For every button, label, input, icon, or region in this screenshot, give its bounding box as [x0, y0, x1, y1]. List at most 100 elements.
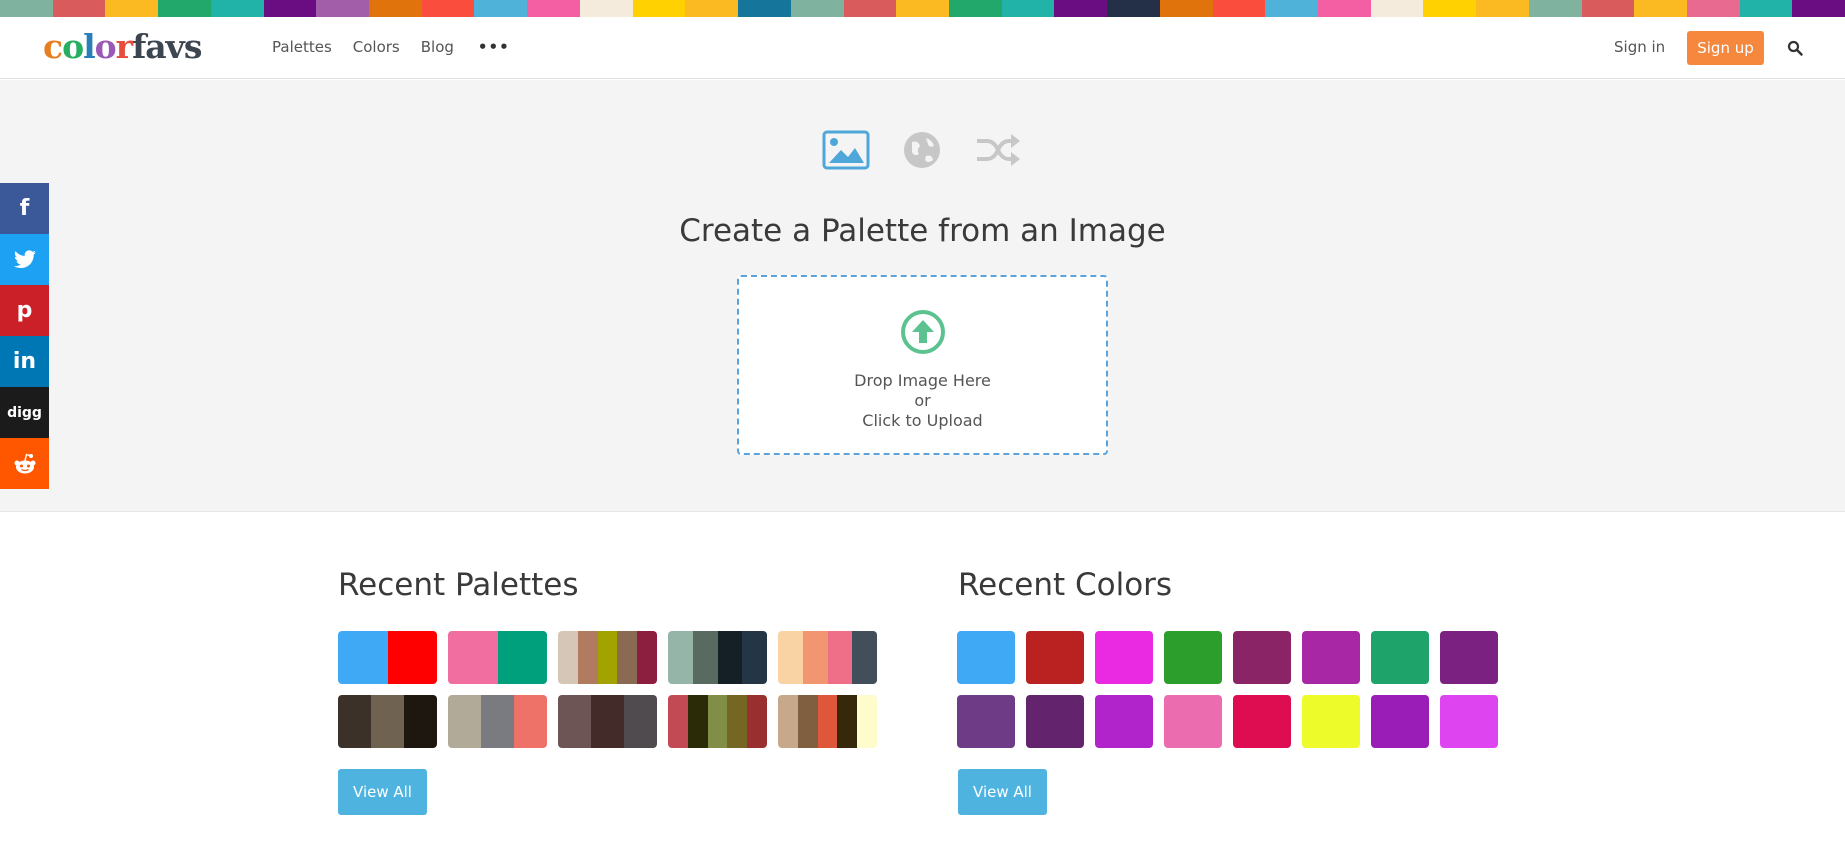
pinterest-share-button[interactable]: p — [0, 285, 49, 336]
more-menu-button[interactable]: ••• — [478, 37, 510, 57]
color-strip-segment — [1792, 0, 1845, 17]
site-header: colorfavs Palettes Colors Blog ••• Sign … — [0, 17, 1845, 79]
palette-card[interactable] — [558, 631, 657, 684]
palette-color-stripe — [802, 631, 828, 684]
shuffle-icon[interactable] — [974, 130, 1022, 170]
palette-color-stripe — [727, 695, 748, 748]
dropzone-text: Drop Image Here or Click to Upload — [739, 371, 1106, 431]
rainbow-color-strip — [0, 0, 1845, 17]
color-swatch[interactable] — [1302, 631, 1360, 684]
color-swatch[interactable] — [957, 631, 1015, 684]
palette-color-stripe — [371, 695, 404, 748]
color-strip-segment — [738, 0, 791, 17]
color-strip-segment — [843, 0, 897, 17]
linkedin-share-button[interactable]: in — [0, 336, 49, 387]
color-strip-segment — [1634, 0, 1687, 17]
color-swatch[interactable] — [1026, 695, 1084, 748]
color-strip-segment — [1159, 0, 1213, 17]
dropzone-line: Click to Upload — [862, 411, 983, 430]
logo-letter: o — [94, 27, 117, 66]
color-strip-segment — [1581, 0, 1635, 17]
color-swatch[interactable] — [1026, 631, 1084, 684]
image-icon[interactable] — [822, 130, 870, 170]
logo-letter: l — [83, 27, 96, 66]
logo-word: favs — [132, 27, 202, 66]
palette-card[interactable] — [448, 631, 547, 684]
palette-card[interactable] — [668, 695, 767, 748]
palette-color-stripe — [817, 695, 838, 748]
mode-selector — [822, 130, 1022, 170]
digg-share-button[interactable]: digg — [0, 387, 49, 438]
view-all-palettes-button[interactable]: View All — [338, 769, 427, 815]
color-strip-segment — [1528, 0, 1582, 17]
color-swatch[interactable] — [1095, 695, 1153, 748]
palette-color-stripe — [687, 695, 708, 748]
palette-card[interactable] — [338, 631, 437, 684]
palette-color-stripe — [747, 695, 767, 748]
view-all-colors-button[interactable]: View All — [958, 769, 1047, 815]
palette-card[interactable] — [778, 631, 877, 684]
color-swatch[interactable] — [1440, 695, 1498, 748]
social-share-bar: f p in digg — [0, 183, 49, 489]
sign-up-button[interactable]: Sign up — [1687, 31, 1764, 65]
color-strip-segment — [1054, 0, 1108, 17]
color-strip-segment — [210, 0, 264, 17]
palette-card[interactable] — [778, 695, 877, 748]
reddit-share-button[interactable] — [0, 438, 49, 489]
palette-card[interactable] — [668, 631, 767, 684]
color-strip-segment — [316, 0, 370, 17]
facebook-share-button[interactable]: f — [0, 183, 49, 234]
logo-letter: o — [62, 27, 84, 66]
palette-color-stripe — [448, 695, 481, 748]
palette-color-stripe — [637, 631, 657, 684]
palette-color-stripe — [514, 695, 547, 748]
color-swatch[interactable] — [1233, 631, 1291, 684]
colorfavs-logo[interactable]: colorfavs — [43, 27, 202, 67]
search-icon[interactable] — [1787, 40, 1803, 56]
color-swatch[interactable] — [957, 695, 1015, 748]
dropzone-line: or — [914, 391, 931, 410]
color-strip-segment — [421, 0, 475, 17]
logo-letter: r — [115, 27, 133, 66]
facebook-icon: f — [19, 196, 30, 221]
color-swatch[interactable] — [1233, 695, 1291, 748]
color-strip-segment — [263, 0, 317, 17]
nav-colors[interactable]: Colors — [353, 37, 400, 57]
globe-icon[interactable] — [902, 130, 942, 170]
palette-color-stripe — [797, 695, 818, 748]
color-swatch[interactable] — [1302, 695, 1360, 748]
image-dropzone[interactable]: Drop Image Here or Click to Upload — [737, 275, 1108, 455]
hero-title: Create a Palette from an Image — [679, 213, 1166, 249]
color-strip-segment — [896, 0, 949, 17]
palette-color-stripe — [338, 695, 371, 748]
sign-in-link[interactable]: Sign in — [1614, 37, 1665, 57]
palette-card[interactable] — [448, 695, 547, 748]
color-swatch[interactable] — [1095, 631, 1153, 684]
recent-palettes-grid — [338, 631, 877, 748]
palette-card[interactable] — [338, 695, 437, 748]
color-swatch[interactable] — [1440, 631, 1498, 684]
palette-card[interactable] — [558, 695, 657, 748]
nav-palettes[interactable]: Palettes — [272, 37, 332, 57]
color-swatch[interactable] — [1164, 695, 1222, 748]
palette-color-stripe — [558, 631, 578, 684]
palette-color-stripe — [827, 631, 853, 684]
color-strip-segment — [158, 0, 211, 17]
color-strip-segment — [105, 0, 159, 17]
color-strip-segment — [1739, 0, 1793, 17]
palette-color-stripe — [778, 695, 798, 748]
color-swatch[interactable] — [1371, 695, 1429, 748]
color-swatch[interactable] — [1164, 631, 1222, 684]
nav-blog[interactable]: Blog — [421, 37, 454, 57]
color-strip-segment — [1212, 0, 1266, 17]
recent-palettes-title: Recent Palettes — [338, 567, 579, 603]
twitter-share-button[interactable] — [0, 234, 49, 285]
color-strip-segment — [579, 0, 633, 17]
color-swatch[interactable] — [1371, 631, 1429, 684]
logo-letter: c — [43, 27, 63, 66]
upload-arrow-icon — [900, 309, 946, 359]
palette-color-stripe — [707, 695, 728, 748]
color-strip-segment — [369, 0, 422, 17]
palette-color-stripe — [448, 631, 498, 684]
color-strip-segment — [52, 0, 106, 17]
